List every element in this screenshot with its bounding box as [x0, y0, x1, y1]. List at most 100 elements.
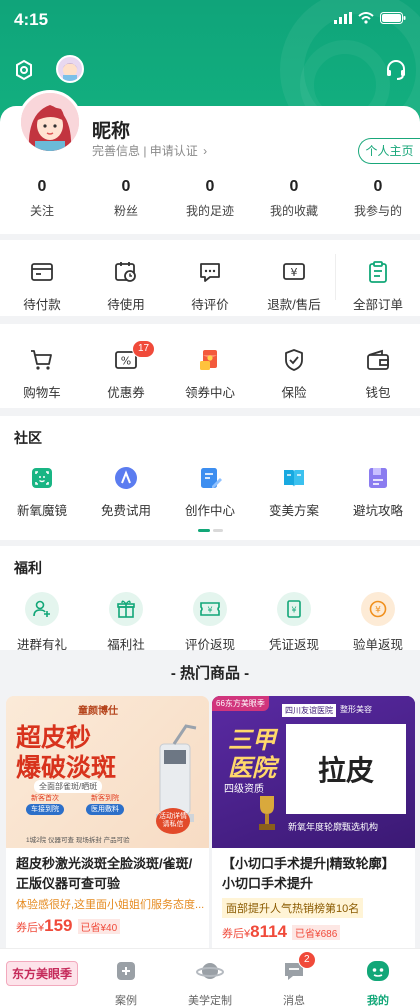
message-badge: 2	[298, 951, 316, 969]
service-coupon[interactable]: % 17 优惠券	[84, 340, 168, 401]
shield-check-icon	[285, 349, 303, 371]
product-image[interactable]: 66东方美眼季 四川友谊医院 整形美容 三甲 医院 四级资质 拉皮 新氧年度轮廓…	[212, 696, 415, 848]
product-headline: 爆破淡斑	[16, 754, 117, 782]
customer-service-icon[interactable]	[384, 58, 408, 82]
promo-tag-text: 医用敷料	[86, 804, 124, 815]
stat-label: 粉丝	[113, 204, 138, 218]
stat-label: 我的足迹	[185, 204, 234, 218]
product-image[interactable]: 童颜博仕 超皮秒 爆破淡斑 全面部雀斑/晒斑 新客首次 车接到院 新客到院 医用…	[6, 696, 209, 848]
community-beauty-plan[interactable]: 变美方案	[252, 464, 336, 519]
stat-followers[interactable]: 0 粉丝	[84, 178, 168, 219]
service-insurance[interactable]: 保险	[252, 346, 336, 401]
product-card[interactable]: 66东方美眼季 四川友谊医院 整形美容 三甲 医院 四级资质 拉皮 新氧年度轮廓…	[212, 696, 415, 966]
tab-messages[interactable]: 2 消息	[252, 949, 336, 1008]
avatar[interactable]	[18, 90, 82, 154]
order-to-use[interactable]: 待使用	[84, 258, 168, 313]
product-card[interactable]: 童颜博仕 超皮秒 爆破淡斑 全面部雀斑/晒斑 新客首次 车接到院 新客到院 医用…	[6, 696, 209, 966]
welfare-join-group[interactable]: 进群有礼	[0, 592, 84, 653]
service-label: 保险	[281, 386, 307, 400]
product-subtitle: 全面部雀斑/晒斑	[34, 780, 103, 793]
product-price-row: 券后¥ 8114 已省¥686	[212, 918, 415, 942]
tab-cases[interactable]: 案例	[84, 949, 168, 1008]
group-add-icon	[33, 600, 50, 617]
stat-footprints[interactable]: 0 我的足迹	[168, 178, 252, 219]
price-prefix: 券后¥	[16, 922, 45, 934]
tab-label: 消息	[283, 995, 305, 1007]
stat-value: 0	[289, 178, 299, 195]
service-coupon-center[interactable]: 领券中心	[168, 346, 252, 401]
service-label: 优惠券	[107, 386, 145, 400]
edit-doc-icon	[201, 468, 222, 488]
community-label: 创作中心	[184, 504, 235, 518]
service-wallet[interactable]: 钱包	[336, 346, 420, 401]
order-refund[interactable]: ¥ 退款/售后	[252, 258, 336, 313]
activity-sticker: 活动详情请私信	[156, 808, 190, 834]
profile-sub-info[interactable]: 完善信息 | 申请认证 ›	[92, 142, 207, 159]
tab-label: 美学定制	[188, 995, 232, 1007]
welfare-club[interactable]: 福利社	[84, 592, 168, 653]
welfare-voucher-cashback[interactable]: ¥ 凭证返现	[252, 592, 336, 653]
tab-me[interactable]: 我的	[336, 949, 420, 1008]
welfare-review-cashback[interactable]: ¥ 评价返现	[168, 592, 252, 653]
promo-tag-text: 车接到院	[26, 804, 64, 815]
community-pitfall-guide[interactable]: 避坑攻略	[336, 464, 420, 519]
mini-avatar[interactable]	[56, 55, 84, 83]
stat-favorites[interactable]: 0 我的收藏	[252, 178, 336, 219]
personal-home-button[interactable]: 个人主页	[358, 138, 420, 164]
service-cart[interactable]: 购物车	[0, 346, 84, 401]
tab-label: 我的	[367, 995, 389, 1007]
hot-products-title: - 热门商品 -	[170, 665, 250, 682]
community-magic-mirror[interactable]: 新氧魔镜	[0, 464, 84, 519]
order-label: 待评价	[191, 298, 229, 312]
stats-row: 0 关注 0 粉丝 0 我的足迹 0 我的收藏 0 我参与的	[0, 178, 420, 219]
svg-text:¥: ¥	[207, 606, 212, 615]
me-icon	[367, 961, 389, 981]
promo-tag: 新客到院 医用敷料	[86, 794, 124, 815]
campaign-corner: 66东方美眼季	[212, 696, 269, 711]
promo-tag-title: 新客到院	[91, 795, 119, 802]
stat-following[interactable]: 0 关注	[0, 178, 84, 219]
battery-icon	[380, 12, 406, 24]
page-indicator	[198, 529, 223, 532]
coupon-badge: 17	[132, 340, 156, 358]
stat-label: 我的收藏	[269, 204, 318, 218]
promo-tag: 新客首次 车接到院	[26, 794, 64, 815]
comment-icon	[200, 263, 220, 282]
tab-festival[interactable]: 东方美眼季	[0, 949, 84, 1008]
status-time: 4:15	[14, 10, 49, 29]
nickname[interactable]: 昵称	[92, 116, 130, 143]
welfare-order-cashback[interactable]: ¥ 验单返现	[336, 592, 420, 653]
gift-icon	[117, 600, 135, 618]
product-rank-tip: 面部提升人气热销榜第10名	[222, 898, 364, 918]
community-free-trial[interactable]: 免费试用	[84, 464, 168, 519]
tab-aesthetic-custom[interactable]: 美学定制	[168, 949, 252, 1008]
product-name[interactable]: 【小切口手术提升|精致轮廓】小切口手术提升	[212, 848, 415, 894]
order-all[interactable]: 全部订单	[336, 258, 420, 313]
product-headline: 医院	[228, 755, 276, 782]
order-pending-payment[interactable]: 待付款	[0, 258, 84, 313]
profile-card: 昵称 完善信息 | 申请认证 › 个人主页 0 关注 0 粉丝 0 我的足迹 0 我的收…	[0, 90, 420, 234]
stat-value: 0	[121, 178, 131, 195]
trophy-icon	[259, 796, 275, 830]
stat-participated[interactable]: 0 我参与的	[336, 178, 420, 219]
welfare-label: 福利社	[107, 638, 145, 652]
indicator-inactive	[213, 529, 223, 532]
planet-icon	[196, 963, 224, 979]
clipboard-icon	[369, 261, 387, 283]
product-name[interactable]: 超皮秒激光淡斑全脸淡斑/雀斑/正版仪器可查可验	[6, 848, 209, 894]
welfare-label: 凭证返现	[268, 638, 319, 652]
sub-info-text: 完善信息 | 申请认证	[92, 144, 198, 158]
order-to-review[interactable]: 待评价	[168, 258, 252, 313]
section-title-welfare: 福利	[14, 560, 42, 576]
hospital-name-text: 四川友谊医院	[282, 704, 336, 717]
order-label: 全部订单	[352, 298, 403, 312]
svg-text:%: %	[121, 355, 131, 368]
welfare-label: 评价返现	[184, 638, 235, 652]
hospital-name: 四川友谊医院 整形美容	[282, 704, 372, 717]
community-creator-center[interactable]: 创作中心	[168, 464, 252, 519]
status-bar: 4:15	[0, 0, 420, 44]
welfare-card: 福利 进群有礼 福利社 ¥ 评价返现 ¥ 凭证返现 ¥ 验单返现	[0, 546, 420, 653]
bottom-tab-bar: 东方美眼季 案例 美学定制 2 消息 我的	[0, 948, 420, 1008]
settings-icon[interactable]	[12, 58, 36, 82]
guide-icon	[369, 468, 387, 488]
